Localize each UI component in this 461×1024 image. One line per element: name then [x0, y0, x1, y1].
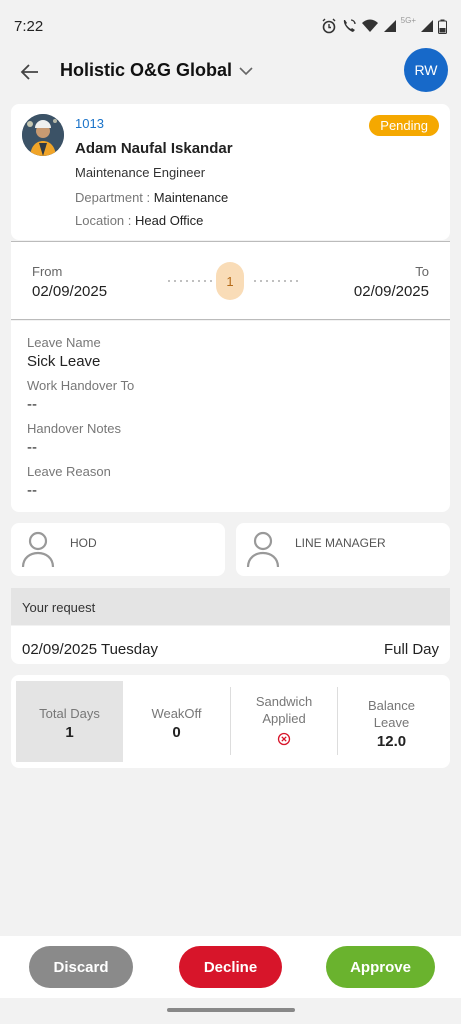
- from-label: From: [32, 264, 63, 279]
- reason-label: Leave Reason: [27, 464, 111, 479]
- department-label: Department :: [75, 190, 154, 205]
- handover-value: --: [27, 396, 37, 413]
- leave-summary: Total Days 1 WeakOff 0 Sandwich Applied …: [11, 675, 450, 768]
- status-icons: 5G+: [321, 16, 447, 34]
- employee-card: 1013 Adam Naufal Iskandar Maintenance En…: [11, 104, 450, 240]
- request-type: Full Day: [383, 641, 439, 658]
- employee-photo: [22, 114, 64, 156]
- org-selector[interactable]: Holistic O&G Global: [60, 60, 254, 81]
- battery-icon: [438, 19, 447, 34]
- home-indicator[interactable]: [167, 1008, 295, 1012]
- person-icon: [246, 531, 280, 568]
- approver-role: LINE MANAGER: [295, 536, 386, 550]
- signal-icon-2: [421, 20, 433, 32]
- to-label: To: [415, 264, 429, 279]
- date-range: From 02/09/2025 1 To 02/09/2025: [11, 241, 450, 320]
- status-badge: Pending: [369, 115, 439, 136]
- org-name: Holistic O&G Global: [60, 60, 233, 80]
- request-date: 02/09/2025 Tuesday: [22, 641, 158, 658]
- dotted-line: [252, 280, 298, 282]
- discard-button[interactable]: Discard: [29, 946, 133, 988]
- sandwich-label: Sandwich Applied: [255, 694, 313, 726]
- balance-label: Balance Leave: [368, 698, 415, 730]
- app-bar: Holistic O&G Global RW: [0, 48, 461, 98]
- leave-name-label: Leave Name: [27, 335, 101, 350]
- weekoff-label: WeakOff: [151, 706, 202, 721]
- total-days-value: 1: [65, 724, 74, 741]
- alarm-icon: [322, 18, 336, 34]
- request-row: 02/09/2025 Tuesday Full Day: [11, 626, 450, 664]
- chevron-down-icon: [239, 66, 253, 75]
- status-bar: 7:22 5G+: [0, 0, 461, 52]
- reason-value: --: [27, 482, 37, 499]
- wifi-call-icon: [343, 19, 356, 32]
- approver-line-manager: LINE MANAGER: [236, 523, 450, 576]
- user-avatar[interactable]: RW: [404, 48, 448, 92]
- leave-details: Leave Name Sick Leave Work Handover To -…: [11, 321, 450, 512]
- from-date: 02/09/2025: [32, 283, 108, 300]
- employee-id: 1013: [75, 116, 104, 131]
- signal-icon: [383, 20, 396, 32]
- location-value: Head Office: [135, 213, 204, 228]
- handover-label: Work Handover To: [27, 378, 135, 393]
- location-label: Location :: [75, 213, 135, 228]
- notes-label: Handover Notes: [27, 421, 121, 436]
- weekoff-cell: WeakOff 0: [123, 681, 230, 762]
- department-value: Maintenance: [153, 190, 229, 205]
- dotted-line: [166, 280, 212, 282]
- employee-designation: Maintenance Engineer: [75, 165, 206, 180]
- status-time: 7:22: [14, 17, 44, 35]
- sandwich-cell: Sandwich Applied: [231, 681, 337, 762]
- back-arrow-icon[interactable]: [18, 60, 42, 84]
- approver-hod: HOD: [11, 523, 225, 576]
- approve-button[interactable]: Approve: [326, 946, 435, 988]
- wifi-icon: [361, 19, 378, 32]
- balance-value: 12.0: [376, 733, 407, 750]
- request-header: Your request: [11, 588, 450, 625]
- leave-name: Sick Leave: [27, 353, 101, 370]
- employee-location: Location : Head Office: [75, 213, 203, 228]
- balance-cell: Balance Leave 12.0: [338, 681, 445, 762]
- total-days-label: Total Days: [39, 706, 100, 721]
- network-label: 5G+: [400, 16, 416, 25]
- action-bar: Discard Decline Approve: [0, 936, 461, 998]
- employee-department: Department : Maintenance: [75, 190, 228, 205]
- decline-button[interactable]: Decline: [179, 946, 282, 988]
- to-date: 02/09/2025: [353, 283, 429, 300]
- day-count-badge: 1: [216, 262, 244, 300]
- person-icon: [21, 531, 55, 568]
- approver-role: HOD: [70, 536, 97, 550]
- cross-circle-icon: [277, 732, 291, 746]
- notes-value: --: [27, 439, 37, 456]
- total-days-cell: Total Days 1: [16, 681, 123, 762]
- employee-name: Adam Naufal Iskandar: [75, 140, 233, 157]
- weekoff-value: 0: [172, 724, 181, 741]
